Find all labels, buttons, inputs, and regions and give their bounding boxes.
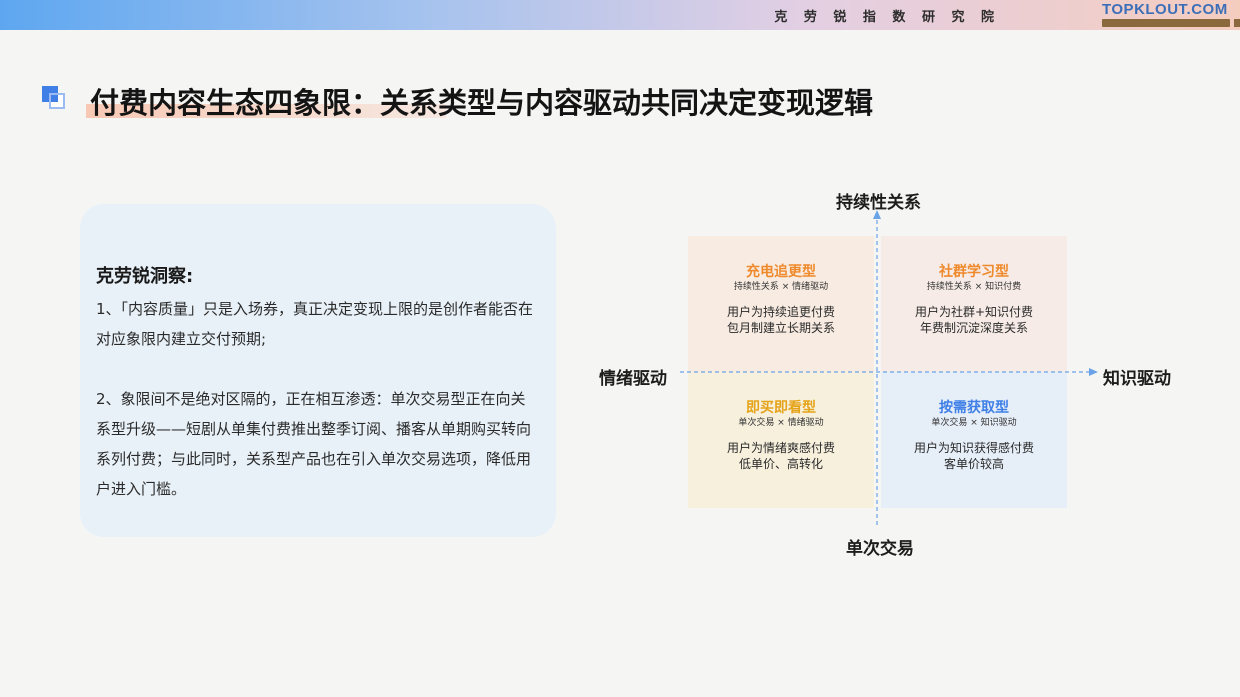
page-title: 付费内容生态四象限：关系类型与内容驱动共同决定变现逻辑 [90, 86, 874, 120]
brand-logo-tagline-bar [1102, 19, 1240, 27]
horizontal-axis-arrow [1089, 368, 1098, 376]
quadrant-subtitle: 单次交易 × 知识驱动 [931, 418, 1017, 428]
quadrant-top-right: 社群学习型 持续性关系 × 知识付费 用户为社群+知识付费 年费制沉淀深度关系 [881, 236, 1067, 372]
institute-name: 克 劳 锐 指 数 研 究 院 [774, 10, 1000, 25]
quadrant-title: 社群学习型 [939, 264, 1009, 280]
quadrant-desc-line: 包月制建立长期关系 [726, 321, 835, 335]
quadrant-subtitle: 持续性关系 × 知识付费 [926, 282, 1022, 292]
quadrant-desc-line: 用户为社群+知识付费 [914, 305, 1034, 319]
quadrant-description: 用户为持续追更付费 包月制建立长期关系 [688, 304, 874, 336]
title-squares-icon [42, 86, 68, 112]
axis-label-right: 知识驱动 [1103, 369, 1171, 389]
quadrant-subtitle: 单次交易 × 情绪驱动 [738, 418, 824, 428]
quadrant-desc-line: 用户为情绪爽感付费 [726, 441, 835, 455]
quadrant-title: 按需获取型 [939, 400, 1009, 416]
axis-label-top: 持续性关系 [836, 193, 921, 213]
quadrant-description: 用户为情绪爽感付费 低单价、高转化 [688, 440, 874, 472]
quadrant-desc-line: 年费制沉淀深度关系 [919, 321, 1028, 335]
insight-heading: 克劳锐洞察: [96, 266, 194, 287]
axis-label-left: 情绪驱动 [599, 369, 667, 389]
brand-logo-text: TOPKLOUT.COM [1102, 1, 1228, 18]
insight-point-1: 1、「内容质量」只是入场券，真正决定变现上限的是创作者能否在对应象限内建立交付预… [96, 300, 534, 348]
quadrant-top-left: 充电追更型 持续性关系 × 情绪驱动 用户为持续追更付费 包月制建立长期关系 [688, 236, 874, 372]
quadrant-title: 即买即看型 [746, 400, 816, 416]
quadrant-subtitle: 持续性关系 × 情绪驱动 [733, 282, 829, 292]
brand-logo: TOPKLOUT.COM [1102, 1, 1240, 28]
quadrant-desc-line: 低单价、高转化 [738, 457, 823, 471]
insight-point-2: 2、象限间不是绝对区隔的，正在相互渗透：单次交易型正在向关系型升级——短剧从单集… [96, 390, 532, 498]
axis-label-bottom: 单次交易 [846, 539, 914, 559]
quadrant-description: 用户为社群+知识付费 年费制沉淀深度关系 [881, 304, 1067, 336]
insight-card: 克劳锐洞察: 1、「内容质量」只是入场券，真正决定变现上限的是创作者能否在对应象… [80, 204, 556, 537]
quadrant-bottom-left: 即买即看型 单次交易 × 情绪驱动 用户为情绪爽感付费 低单价、高转化 [688, 372, 874, 508]
quadrant-bottom-right: 按需获取型 单次交易 × 知识驱动 用户为知识获得感付费 客单价较高 [881, 372, 1067, 508]
quadrant-desc-line: 用户为知识获得感付费 [913, 441, 1034, 455]
quadrant-title: 充电追更型 [746, 264, 816, 280]
top-banner [0, 0, 1240, 30]
quadrant-description: 用户为知识获得感付费 客单价较高 [881, 440, 1067, 472]
quadrant-desc-line: 用户为持续追更付费 [726, 305, 835, 319]
quadrant-desc-line: 客单价较高 [943, 457, 1004, 471]
